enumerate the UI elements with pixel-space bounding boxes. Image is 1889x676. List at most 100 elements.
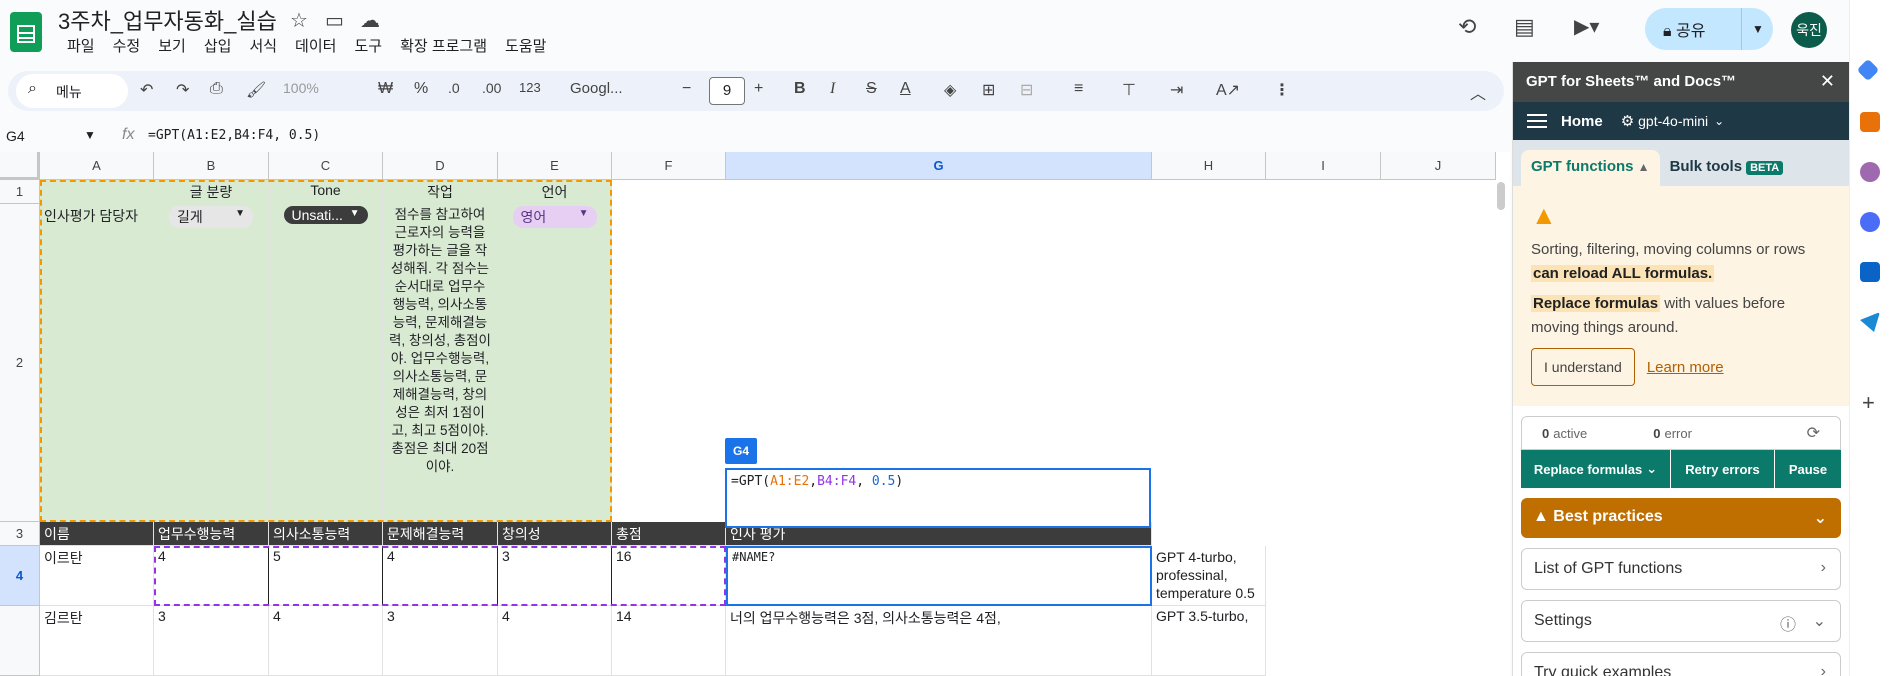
menu-edit[interactable]: 수정	[104, 36, 150, 58]
cell-e5[interactable]: 4	[498, 606, 612, 676]
strikethrough-button[interactable]: S	[866, 80, 877, 98]
header-total[interactable]: 총점	[612, 522, 726, 546]
percent-format-button[interactable]: %	[414, 80, 428, 98]
outlook-extension-icon[interactable]	[1860, 262, 1880, 282]
try-quick-examples-link[interactable]: Try quick examples ›	[1521, 652, 1841, 676]
col-header-d[interactable]: D	[383, 152, 498, 180]
list-gpt-functions-link[interactable]: List of GPT functions ›	[1521, 548, 1841, 590]
col-header-h[interactable]: H	[1152, 152, 1266, 180]
print-icon[interactable]: ⎙	[210, 80, 223, 98]
model-chevron-down-icon[interactable]: ⌄	[1714, 114, 1724, 128]
sheets-logo-icon[interactable]	[10, 12, 42, 52]
cell-h5[interactable]: GPT 3.5-turbo,	[1152, 606, 1266, 676]
row-header-1[interactable]: 1	[0, 180, 40, 204]
avatar[interactable]: 욱진	[1791, 12, 1827, 48]
header-problem-solving[interactable]: 문제해결능력	[383, 522, 498, 546]
model-select[interactable]: gpt-4o-mini	[1638, 113, 1708, 129]
collapse-toolbar-icon[interactable]: ︿	[1470, 80, 1486, 104]
formula-input[interactable]: =GPT(A1:E2,B4:F4, 0.5)	[148, 128, 320, 143]
home-link[interactable]: Home	[1561, 113, 1603, 130]
star-icon[interactable]: ☆	[290, 8, 308, 33]
learn-more-link[interactable]: Learn more	[1647, 356, 1724, 380]
header-performance[interactable]: 업무수행능력	[154, 522, 269, 546]
more-options-icon[interactable]: ⋮	[1274, 80, 1290, 100]
refresh-icon[interactable]: ⟳	[1807, 423, 1820, 443]
tag-extension-icon[interactable]	[1856, 58, 1880, 82]
cell-c5[interactable]: 4	[269, 606, 383, 676]
replace-formulas-button[interactable]: Replace formulas ⌄	[1521, 450, 1671, 488]
italic-button[interactable]: I	[830, 80, 835, 98]
retry-errors-button[interactable]: Retry errors	[1671, 450, 1775, 488]
font-size-increase-button[interactable]: +	[754, 80, 763, 98]
header-communication[interactable]: 의사소통능력	[269, 522, 383, 546]
undo-icon[interactable]: ↶	[140, 80, 153, 100]
add-extension-icon[interactable]: +	[1862, 390, 1875, 416]
fill-color-icon[interactable]: ◈	[944, 80, 956, 100]
vertical-scrollbar[interactable]	[1497, 182, 1505, 210]
horizontal-align-icon[interactable]: ≡	[1074, 80, 1083, 98]
cloud-status-icon[interactable]: ☁	[360, 8, 380, 33]
i-understand-button[interactable]: I understand	[1531, 348, 1635, 386]
hamburger-menu-icon[interactable]	[1527, 114, 1547, 128]
header-creativity[interactable]: 창의성	[498, 522, 612, 546]
row-header-4[interactable]: 4	[0, 546, 40, 606]
row-header-5[interactable]	[0, 606, 40, 676]
col-header-j[interactable]: J	[1381, 152, 1496, 180]
col-header-c[interactable]: C	[269, 152, 383, 180]
help-icon[interactable]: ⓘ	[1780, 611, 1796, 635]
settings-accordion[interactable]: Settings ⓘ ⌄	[1521, 600, 1841, 642]
cell-g5[interactable]: 너의 업무수행능력은 3점, 의사소통능력은 4점,	[726, 606, 1152, 676]
col-header-f[interactable]: F	[612, 152, 726, 180]
cell-g4-active[interactable]: #NAME?	[726, 546, 1152, 606]
col-header-a[interactable]: A	[40, 152, 154, 180]
currency-format-button[interactable]: ₩	[378, 80, 393, 98]
cell-h4[interactable]: GPT 4-turbo, professinal, temperature 0.…	[1152, 546, 1266, 606]
pause-button[interactable]: Pause	[1775, 450, 1841, 488]
borders-icon[interactable]: ⊞	[982, 80, 995, 100]
toolbox-extension-icon[interactable]	[1860, 112, 1880, 132]
cell-d5[interactable]: 3	[383, 606, 498, 676]
comment-icon[interactable]: ▤	[1514, 14, 1535, 40]
font-size-input[interactable]: 9	[709, 77, 745, 105]
increase-decimal-button[interactable]: .00	[482, 80, 501, 96]
name-box-dropdown-icon[interactable]: ▼	[84, 128, 96, 142]
meet-video-icon[interactable]: ▶▾	[1574, 14, 1599, 39]
name-box[interactable]: G4	[6, 128, 25, 144]
row-header-2[interactable]: 2	[0, 204, 40, 522]
col-header-g[interactable]: G	[726, 152, 1152, 180]
paint-format-icon[interactable]: 🖌︎	[246, 80, 266, 100]
bold-button[interactable]: B	[794, 80, 806, 98]
cell-b5[interactable]: 3	[154, 606, 269, 676]
menu-data[interactable]: 데이터	[286, 36, 345, 58]
col-header-e[interactable]: E	[498, 152, 612, 180]
tab-bulk-tools[interactable]: Bulk tools BETA	[1660, 150, 1794, 186]
font-size-decrease-button[interactable]: −	[682, 80, 691, 98]
tab-gpt-functions[interactable]: GPT functions ▲	[1521, 150, 1660, 186]
best-practices-accordion[interactable]: ▲ Best practices ⌄	[1521, 498, 1841, 538]
menu-format[interactable]: 서식	[240, 36, 286, 58]
vertical-align-icon[interactable]: ⊤	[1122, 80, 1136, 100]
zoom-select[interactable]: 100%	[283, 80, 319, 96]
people-extension-icon[interactable]	[1860, 162, 1880, 182]
select-all-corner[interactable]	[0, 152, 40, 180]
menu-extensions[interactable]: 확장 프로그램	[391, 36, 496, 58]
menu-insert[interactable]: 삽입	[195, 36, 241, 58]
col-header-b[interactable]: B	[154, 152, 269, 180]
document-title[interactable]: 3주차_업무자동화_실습	[58, 4, 277, 36]
text-rotation-icon[interactable]: A↗	[1216, 80, 1240, 100]
menu-tools[interactable]: 도구	[345, 36, 391, 58]
cell-f5[interactable]: 14	[612, 606, 726, 676]
menu-view[interactable]: 보기	[149, 36, 195, 58]
text-color-button[interactable]: A	[900, 80, 911, 98]
text-wrap-icon[interactable]: ⇥	[1170, 80, 1183, 100]
history-icon[interactable]: ⟲	[1458, 14, 1476, 40]
more-formats-button[interactable]: 123	[519, 80, 541, 95]
redo-icon[interactable]: ↷	[176, 80, 189, 100]
menu-file[interactable]: 파일	[58, 36, 104, 58]
close-icon[interactable]: ✕	[1820, 71, 1835, 92]
merge-cells-icon[interactable]: ⊟	[1020, 80, 1033, 100]
copilot-extension-icon[interactable]	[1860, 212, 1880, 232]
font-family-select[interactable]: Googl...	[570, 80, 623, 97]
cell-editor[interactable]: =GPT(A1:E2,B4:F4, 0.5)	[725, 468, 1151, 528]
cell-a5[interactable]: 김르탄	[40, 606, 154, 676]
